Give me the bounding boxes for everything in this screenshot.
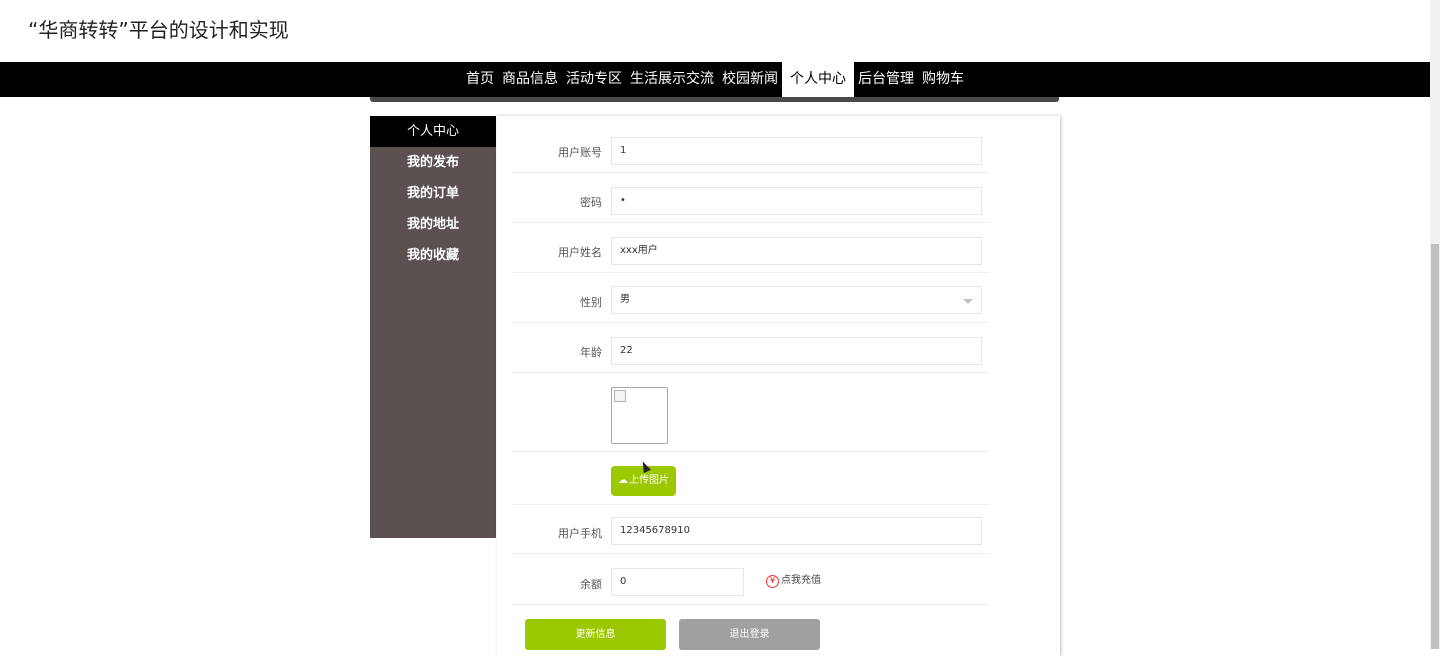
scrollbar-thumb[interactable] bbox=[1431, 244, 1439, 649]
nav-item-activities[interactable]: 活动专区 bbox=[562, 62, 626, 97]
upload-image-label: 上传图片 bbox=[629, 475, 669, 486]
sidebar-item-my-orders[interactable]: 我的订单 bbox=[370, 178, 496, 209]
name-label: 用户姓名 bbox=[558, 246, 602, 259]
form-row-gender: 性别 男 bbox=[511, 284, 989, 323]
form-row-upload bbox=[511, 453, 989, 505]
gender-select[interactable]: 男 bbox=[611, 286, 982, 314]
yen-icon: ¥ bbox=[766, 575, 779, 588]
sidebar-item-my-posts[interactable]: 我的发布 bbox=[370, 147, 496, 178]
balance-input[interactable]: 0 bbox=[611, 568, 744, 596]
avatar-image bbox=[611, 387, 668, 444]
form-row-name: 用户姓名 xxx用户 bbox=[511, 234, 989, 273]
account-input[interactable]: 1 bbox=[611, 137, 982, 165]
sidebar-item-my-address[interactable]: 我的地址 bbox=[370, 209, 496, 240]
phone-label: 用户手机 bbox=[558, 527, 602, 540]
cloud-upload-icon: ☁ bbox=[618, 475, 628, 486]
broken-image-icon bbox=[614, 390, 626, 402]
age-input[interactable]: 22 bbox=[611, 337, 982, 365]
recharge-label: 点我充值 bbox=[781, 575, 821, 586]
nav-item-cart[interactable]: 购物车 bbox=[918, 62, 968, 97]
nav-item-personal-center[interactable]: 个人中心 bbox=[782, 62, 854, 97]
password-label: 密码 bbox=[580, 196, 602, 209]
recharge-link[interactable]: ¥ 点我充值 bbox=[766, 571, 821, 588]
logout-button[interactable]: 退出登录 bbox=[679, 619, 820, 650]
age-label: 年龄 bbox=[580, 346, 602, 359]
sub-bar bbox=[370, 97, 1059, 102]
sidebar-item-my-favorites[interactable]: 我的收藏 bbox=[370, 240, 496, 271]
form-row-password: 密码 • bbox=[511, 184, 989, 223]
update-info-button[interactable]: 更新信息 bbox=[525, 619, 666, 650]
nav-item-admin[interactable]: 后台管理 bbox=[854, 62, 918, 97]
site-title: “华商转转”平台的设计和实现 bbox=[28, 18, 289, 42]
nav-item-life-share[interactable]: 生活展示交流 bbox=[626, 62, 718, 97]
top-navigation: 首页 商品信息 活动专区 生活展示交流 校园新闻 个人中心 后台管理 购物车 bbox=[0, 62, 1430, 97]
gender-label: 性别 bbox=[580, 296, 602, 309]
phone-input[interactable]: 12345678910 bbox=[611, 517, 982, 545]
nav-item-campus-news[interactable]: 校园新闻 bbox=[718, 62, 782, 97]
form-row-avatar bbox=[511, 384, 989, 452]
name-input[interactable]: xxx用户 bbox=[611, 237, 982, 265]
page-scrollbar[interactable] bbox=[1430, 0, 1440, 649]
form-row-phone: 用户手机 12345678910 bbox=[511, 514, 989, 554]
balance-label: 余额 bbox=[580, 578, 602, 591]
gender-select-value: 男 bbox=[620, 294, 630, 305]
chevron-down-icon bbox=[963, 299, 973, 304]
form-row-account: 用户账号 1 bbox=[511, 134, 989, 173]
account-label: 用户账号 bbox=[558, 146, 602, 159]
nav-item-products[interactable]: 商品信息 bbox=[498, 62, 562, 97]
form-row-age: 年龄 22 bbox=[511, 334, 989, 373]
profile-form-panel: 用户账号 1 密码 • 用户姓名 xxx用户 性别 男 年龄 22 ☁上传图片 … bbox=[497, 116, 1060, 656]
form-row-balance: 余额 0 ¥ 点我充值 bbox=[511, 564, 989, 605]
sidebar: 个人中心 我的发布 我的订单 我的地址 我的收藏 bbox=[370, 116, 496, 538]
password-input[interactable]: • bbox=[611, 187, 982, 215]
nav-item-home[interactable]: 首页 bbox=[462, 62, 498, 97]
sidebar-item-personal-center[interactable]: 个人中心 bbox=[370, 116, 496, 147]
